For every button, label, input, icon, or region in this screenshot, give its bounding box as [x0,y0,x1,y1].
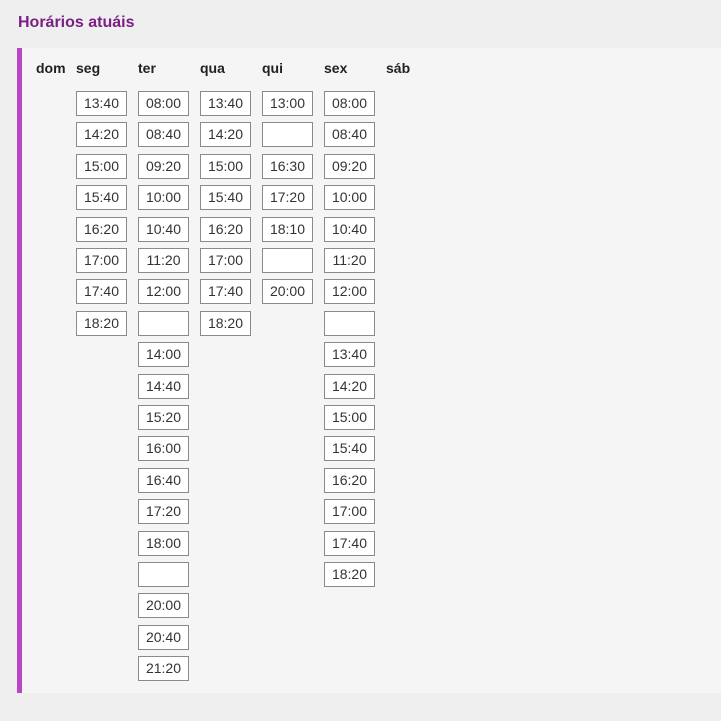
time-slot[interactable]: 16:40 [138,468,189,493]
time-slot[interactable]: 08:00 [324,91,375,116]
time-slot[interactable]: 14:40 [138,374,189,399]
time-slot[interactable]: 09:20 [324,154,375,179]
time-slot[interactable]: 18:20 [324,562,375,587]
time-slot[interactable]: 17:00 [324,499,375,524]
time-slot[interactable]: 16:30 [262,154,313,179]
time-slot[interactable]: 14:20 [324,374,375,399]
time-slot[interactable]: 18:10 [262,217,313,242]
time-slot[interactable]: 18:20 [76,311,127,336]
time-slot[interactable] [138,562,189,587]
time-slot[interactable]: 15:00 [324,405,375,430]
time-slot[interactable]: 09:20 [138,154,189,179]
time-slot[interactable]: 21:20 [138,656,189,681]
time-slot[interactable]: 18:00 [138,531,189,556]
time-slot[interactable]: 20:00 [262,279,313,304]
time-slot[interactable]: 11:20 [138,248,189,273]
time-slot[interactable]: 10:40 [138,217,189,242]
time-slot[interactable]: 17:20 [138,499,189,524]
time-slot[interactable]: 15:40 [76,185,127,210]
day-header-qui: qui [262,60,283,76]
time-slot[interactable]: 20:00 [138,593,189,618]
time-slot[interactable]: 16:20 [324,468,375,493]
time-slot[interactable] [262,122,313,147]
time-slot[interactable]: 17:20 [262,185,313,210]
time-slot[interactable]: 13:40 [76,91,127,116]
time-slot[interactable]: 17:00 [76,248,127,273]
time-slot[interactable]: 13:40 [200,91,251,116]
day-header-seg: seg [76,60,101,76]
time-slot[interactable]: 17:40 [76,279,127,304]
time-slot[interactable]: 10:00 [138,185,189,210]
time-slot[interactable] [324,311,375,336]
time-slot[interactable]: 15:00 [200,154,251,179]
time-slot[interactable]: 13:40 [324,342,375,367]
time-slot[interactable]: 16:20 [76,217,127,242]
time-slot[interactable]: 17:00 [200,248,251,273]
day-header-sex: sex [324,60,348,76]
time-slot[interactable]: 08:40 [324,122,375,147]
day-header-qua: qua [200,60,225,76]
time-slot[interactable]: 17:40 [200,279,251,304]
time-slot[interactable]: 14:20 [76,122,127,147]
time-slot[interactable]: 14:00 [138,342,189,367]
time-slot[interactable]: 08:00 [138,91,189,116]
time-slot[interactable]: 18:20 [200,311,251,336]
time-slot[interactable]: 15:40 [324,436,375,461]
time-slot[interactable]: 17:40 [324,531,375,556]
time-slot[interactable]: 11:20 [324,248,375,273]
time-slot[interactable]: 20:40 [138,625,189,650]
time-slot[interactable]: 15:40 [200,185,251,210]
time-slot[interactable]: 16:00 [138,436,189,461]
day-header-dom: dom [36,60,66,76]
time-slot[interactable]: 15:20 [138,405,189,430]
schedule-panel: dom seg 13:40 14:20 15:00 15:40 16:20 17:00 17… [17,48,721,693]
time-slot[interactable]: 08:40 [138,122,189,147]
time-slot[interactable]: 14:20 [200,122,251,147]
day-header-ter: ter [138,60,156,76]
time-slot[interactable]: 16:20 [200,217,251,242]
time-slot[interactable]: 10:40 [324,217,375,242]
time-slot[interactable] [138,311,189,336]
time-slot[interactable] [262,248,313,273]
time-slot[interactable]: 12:00 [138,279,189,304]
time-slot[interactable]: 10:00 [324,185,375,210]
page-title: Horários atuáis [18,14,135,31]
day-header-sab: sáb [386,60,411,76]
time-slot[interactable]: 13:00 [262,91,313,116]
time-slot[interactable]: 12:00 [324,279,375,304]
time-slot[interactable]: 15:00 [76,154,127,179]
